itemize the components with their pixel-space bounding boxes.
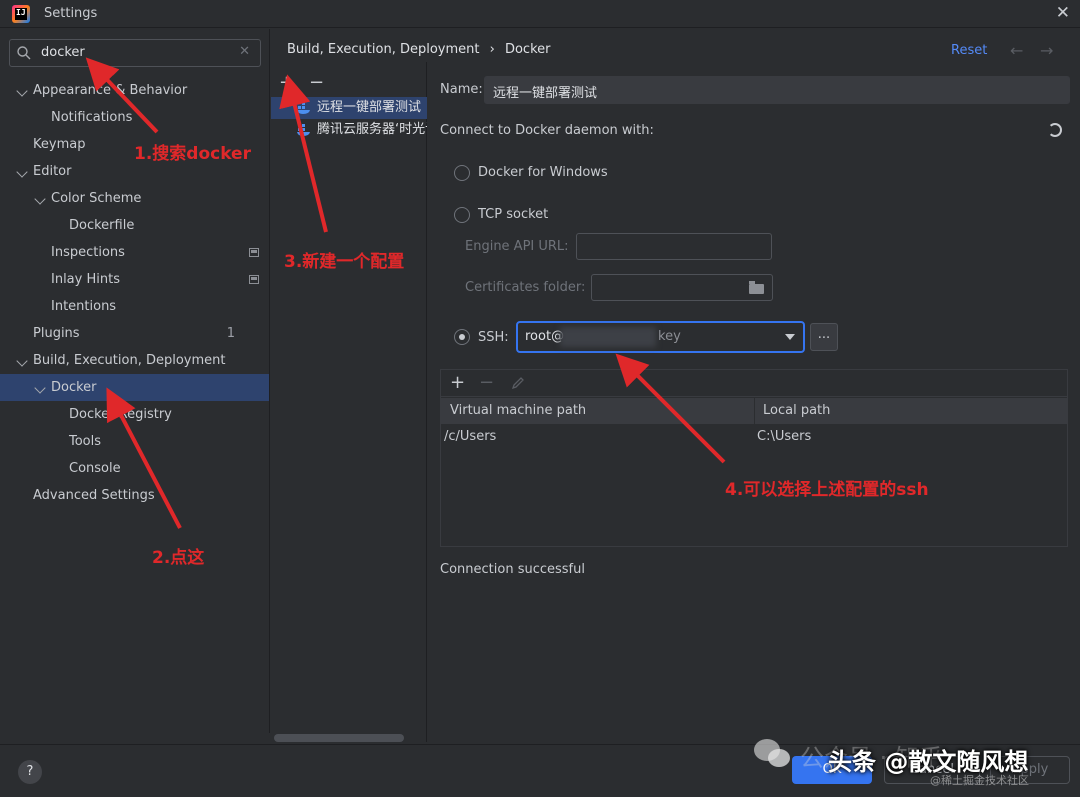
remove-mapping-icon[interactable]: − <box>479 374 494 392</box>
plugins-update-badge: 1 <box>226 326 235 341</box>
ssh-configurations-button[interactable]: ... <box>810 323 838 351</box>
window-title: Settings <box>44 6 98 21</box>
column-header[interactable]: Virtual machine path <box>450 403 586 418</box>
sidebar-item-intentions[interactable]: Intentions <box>0 293 269 320</box>
sidebar-item-plugins[interactable]: Plugins 1 <box>0 320 269 347</box>
search-icon <box>17 46 31 60</box>
sidebar-item-inspections[interactable]: Inspections <box>0 239 269 266</box>
ssh-select-value: root@ <box>525 329 565 344</box>
breadcrumb-parent[interactable]: Build, Execution, Deployment <box>287 42 479 57</box>
dropdown-caret-icon <box>785 334 795 340</box>
search-value: docker <box>41 45 85 60</box>
name-field[interactable]: 远程一键部署测试 <box>484 76 1070 104</box>
annotation-step1: 1.搜索docker <box>134 144 251 164</box>
ssh-config-select[interactable]: root@ key <box>516 321 805 353</box>
docker-for-windows-radio[interactable] <box>454 165 470 181</box>
annotation-step3: 3.新建一个配置 <box>284 252 405 272</box>
sidebar-item-inlay-hints[interactable]: Inlay Hints <box>0 266 269 293</box>
engine-api-label: Engine API URL: <box>465 239 569 254</box>
sidebar-item-console[interactable]: Console <box>0 455 269 482</box>
back-arrow-icon[interactable]: ← <box>1010 41 1023 60</box>
annotation-step4: 4.可以选择上述配置的ssh <box>725 480 929 500</box>
docker-icon <box>297 102 310 114</box>
search-input[interactable]: docker ✕ <box>9 39 261 67</box>
sidebar-item-docker-registry[interactable]: Docker Registry <box>0 401 269 428</box>
refresh-icon[interactable] <box>1048 123 1062 137</box>
forward-arrow-icon[interactable]: → <box>1040 41 1053 60</box>
ssh-select-suffix: key <box>658 329 681 344</box>
name-label: Name: <box>440 82 483 97</box>
docker-icon <box>297 124 310 136</box>
docker-config-list <box>271 62 427 742</box>
column-header[interactable]: Local path <box>763 403 830 418</box>
intellij-logo-icon: IJ <box>12 5 30 23</box>
ssh-label: SSH: <box>478 330 509 345</box>
redacted-host <box>560 327 656 347</box>
reset-link[interactable]: Reset <box>951 43 987 58</box>
docker-for-windows-label: Docker for Windows <box>478 165 608 180</box>
chevron-down-icon <box>16 355 28 367</box>
project-scope-icon <box>249 275 259 284</box>
remove-config-button[interactable]: − <box>309 74 324 92</box>
config-item[interactable]: 腾讯云服务器‘时光记 <box>271 119 427 141</box>
chevron-down-icon <box>34 382 46 394</box>
connection-status: Connection successful <box>440 562 585 577</box>
breadcrumb-current: Docker <box>504 42 551 57</box>
path-mappings-table: + − Virtual machine path Local path /c/U… <box>440 369 1068 547</box>
folder-icon[interactable] <box>749 281 764 294</box>
name-field-value: 远程一键部署测试 <box>493 86 598 101</box>
sidebar-item-dockerfile[interactable]: Dockerfile <box>0 212 269 239</box>
sidebar-item-color-scheme[interactable]: Color Scheme <box>0 185 269 212</box>
certificates-folder-label: Certificates folder: <box>465 280 586 295</box>
sidebar-item-tools[interactable]: Tools <box>0 428 269 455</box>
connect-label: Connect to Docker daemon with: <box>440 123 654 138</box>
edit-icon[interactable] <box>511 376 525 390</box>
column-divider <box>754 398 755 424</box>
horizontal-scrollbar[interactable] <box>274 734 404 742</box>
chevron-down-icon <box>16 166 28 178</box>
tcp-socket-label: TCP socket <box>478 207 549 222</box>
watermark-csdn: @稀土掘金技术社区 <box>930 774 1029 787</box>
title-bar: IJ Settings ✕ <box>0 0 1080 28</box>
sidebar-item-advanced-settings[interactable]: Advanced Settings <box>0 482 269 509</box>
table-toolbar: + − <box>441 370 1067 397</box>
clear-search-icon[interactable]: ✕ <box>239 44 250 59</box>
close-icon[interactable]: ✕ <box>1056 3 1070 23</box>
add-config-button[interactable]: + <box>279 74 294 92</box>
project-scope-icon <box>249 248 259 257</box>
table-row[interactable]: /c/Users C:\Users <box>441 426 1067 450</box>
sidebar-item-docker[interactable]: Docker <box>0 374 269 401</box>
annotation-step2: 2.点这 <box>152 548 205 568</box>
certificates-folder-field[interactable] <box>591 274 773 301</box>
chevron-down-icon <box>34 193 46 205</box>
engine-api-url-field[interactable] <box>576 233 772 260</box>
table-header: Virtual machine path Local path <box>441 398 1067 424</box>
ssh-radio[interactable] <box>454 329 470 345</box>
sidebar-item-notifications[interactable]: Notifications <box>0 104 269 131</box>
sidebar-item-appearance-behavior[interactable]: Appearance & Behavior <box>0 77 269 104</box>
local-path-cell: C:\Users <box>757 429 812 444</box>
sidebar-item-build-execution-deployment[interactable]: Build, Execution, Deployment <box>0 347 269 374</box>
tcp-socket-radio[interactable] <box>454 207 470 223</box>
config-item[interactable]: 远程一键部署测试 <box>271 97 427 119</box>
add-mapping-icon[interactable]: + <box>450 374 465 392</box>
breadcrumb: Build, Execution, Deployment › Docker <box>287 42 551 57</box>
vm-path-cell: /c/Users <box>444 429 497 444</box>
breadcrumb-separator: › <box>489 42 495 57</box>
help-button[interactable]: ? <box>18 760 42 784</box>
chevron-down-icon <box>16 85 28 97</box>
wechat-logo-icon <box>754 739 790 767</box>
